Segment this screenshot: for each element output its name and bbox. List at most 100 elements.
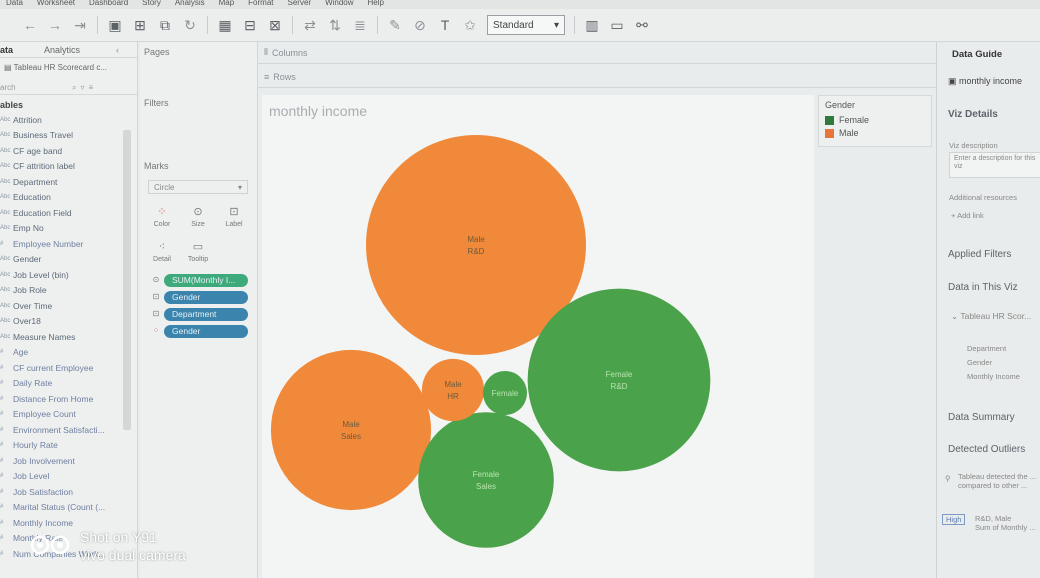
collapse-icon[interactable]: ‹ — [116, 42, 119, 57]
tab-data[interactable]: ata — [0, 42, 36, 57]
field-item[interactable]: Abc Job Role — [0, 283, 137, 299]
menu-item-server[interactable]: Server — [288, 0, 312, 9]
menu-item-format[interactable]: Format — [248, 0, 273, 9]
group-icon[interactable]: ⊘ — [412, 17, 428, 33]
detail-button-label: Detail — [153, 256, 171, 263]
pill-label-gender[interactable]: Gender — [164, 291, 248, 304]
field-item[interactable]: # Job Level — [0, 469, 137, 485]
field-item[interactable]: # Age — [0, 345, 137, 361]
pill-label-department[interactable]: Department — [164, 308, 248, 321]
redo-icon[interactable]: → — [47, 17, 63, 33]
pill-color-gender[interactable]: Gender — [164, 325, 248, 338]
legend-item-male[interactable]: Male — [825, 128, 925, 138]
bubble-female-rd[interactable] — [527, 288, 711, 472]
menu-item-map[interactable]: Map — [219, 0, 235, 9]
rows-shelf[interactable]: ≡ Rows — [258, 66, 936, 88]
field-item[interactable]: # Daily Rate — [0, 376, 137, 392]
pin-icon[interactable]: ✩ — [462, 17, 478, 33]
field-item[interactable]: # Distance From Home — [0, 391, 137, 407]
label-icon[interactable]: T — [437, 17, 453, 33]
legend-item-female[interactable]: Female — [825, 115, 925, 125]
field-item[interactable]: Abc Over18 — [0, 314, 137, 330]
applied-filters-heading[interactable]: Applied Filters — [948, 249, 1011, 260]
new-sheet-icon[interactable]: ⧉ — [157, 17, 173, 33]
view-options-icon[interactable]: ≡ — [89, 83, 94, 92]
field-item[interactable]: Abc Job Level (bin) — [0, 267, 137, 283]
columns-shelf[interactable]: ⦀ Columns — [258, 42, 936, 64]
refresh-icon[interactable]: ↻ — [182, 17, 198, 33]
field-item[interactable]: Abc Measure Names — [0, 329, 137, 345]
field-item[interactable]: # Employee Count — [0, 407, 137, 423]
viz-description-label: Viz description — [949, 141, 998, 150]
new-datasource-icon[interactable]: ⊞ — [132, 17, 148, 33]
redo-dropdown-icon[interactable]: ⇥ — [72, 17, 88, 33]
field-item[interactable]: # Employee Number — [0, 236, 137, 252]
field-item[interactable]: Abc Attrition — [0, 112, 137, 128]
field-item[interactable]: # Environment Satisfacti... — [0, 422, 137, 438]
tab-analytics[interactable]: Analytics — [36, 42, 116, 57]
undo-icon[interactable]: ← — [22, 17, 38, 33]
viz-description-input[interactable]: Enter a description for this viz — [949, 152, 1040, 178]
field-item[interactable]: Abc CF attrition label — [0, 159, 137, 175]
sort-ascending-icon[interactable]: ⇅ — [327, 17, 343, 33]
fit-dropdown[interactable]: Standard ▾ — [487, 15, 565, 35]
field-item[interactable]: Abc Emp No — [0, 221, 137, 237]
detected-outliers-heading[interactable]: Detected Outliers — [948, 444, 1025, 455]
outlier-item[interactable]: R&D, Male — [975, 514, 1011, 523]
share-icon[interactable]: ⚯ — [634, 17, 650, 33]
field-item[interactable]: # Marital Status (Count (... — [0, 500, 137, 516]
field-item[interactable]: Abc Business Travel — [0, 128, 137, 144]
label-button[interactable]: ⊡ Label — [218, 205, 250, 235]
bubble-label-gender: Female — [492, 389, 519, 398]
field-item[interactable]: Abc Gender — [0, 252, 137, 268]
scrollbar[interactable] — [123, 130, 131, 430]
swap-icon[interactable]: ⇄ — [302, 17, 318, 33]
field-item[interactable]: # Hourly Rate — [0, 438, 137, 454]
datasource-item[interactable]: ▤ Tableau HR Scorecard c... — [0, 58, 137, 78]
field-item[interactable]: Abc Education — [0, 190, 137, 206]
additional-resources-label: Additional resources — [949, 193, 1017, 202]
menu-item-worksheet[interactable]: Worksheet — [37, 0, 75, 9]
bubble-label-department: Sales — [341, 432, 361, 441]
pill-size-monthly-income[interactable]: SUM(Monthly I... — [164, 274, 248, 287]
add-link-button[interactable]: + Add link — [951, 211, 984, 220]
size-button[interactable]: ⊙ Size — [182, 205, 214, 235]
highlight-icon[interactable]: ✎ — [387, 17, 403, 33]
field-item[interactable]: Abc Education Field — [0, 205, 137, 221]
clear-sheet-icon[interactable]: ⊠ — [267, 17, 283, 33]
menu-item-data[interactable]: Data — [6, 0, 23, 9]
viz-details-heading[interactable]: Viz Details — [948, 109, 998, 120]
field-item[interactable]: # CF current Employee — [0, 360, 137, 376]
detail-button[interactable]: ⁖ Detail — [146, 240, 178, 270]
search-input[interactable]: arch — [0, 83, 68, 92]
filter-icon[interactable]: ▿ — [80, 83, 84, 92]
menu-item-window[interactable]: Window — [325, 0, 353, 9]
field-item[interactable]: Abc Over Time — [0, 298, 137, 314]
toolbar-divider — [207, 16, 208, 34]
show-me-icon[interactable]: ▥ — [584, 17, 600, 33]
chart-type-icon[interactable]: ▦ — [217, 17, 233, 33]
field-item[interactable]: # Job Satisfaction — [0, 484, 137, 500]
search-icon[interactable]: ⌕ — [72, 83, 76, 93]
menu-item-analysis[interactable]: Analysis — [175, 0, 205, 9]
measure-type-icon: # — [0, 426, 4, 433]
bubble-male-hr[interactable] — [421, 358, 485, 422]
data-in-viz-heading[interactable]: Data in This Viz — [948, 282, 1018, 293]
table-icon[interactable]: ⊟ — [242, 17, 258, 33]
bubble-male-sales[interactable] — [270, 349, 432, 511]
bubble-female-sales[interactable] — [418, 412, 554, 548]
menu-item-help[interactable]: Help — [368, 0, 384, 9]
datasource-expander[interactable]: ⌄ Tableau HR Scor... — [951, 312, 1031, 321]
field-item[interactable]: Abc CF age band — [0, 143, 137, 159]
color-button[interactable]: ⁘ Color — [146, 205, 178, 235]
save-icon[interactable]: ▣ — [107, 17, 123, 33]
field-item[interactable]: Abc Department — [0, 174, 137, 190]
mark-type-dropdown[interactable]: Circle ▾ — [148, 180, 248, 194]
field-item[interactable]: # Job Involvement — [0, 453, 137, 469]
tooltip-button[interactable]: ▭ Tooltip — [182, 240, 214, 270]
data-summary-heading[interactable]: Data Summary — [948, 412, 1015, 423]
menu-item-story[interactable]: Story — [142, 0, 161, 9]
sort-descending-icon[interactable]: ≣ — [352, 17, 368, 33]
presentation-icon[interactable]: ▭ — [609, 17, 625, 33]
menu-item-dashboard[interactable]: Dashboard — [89, 0, 128, 9]
